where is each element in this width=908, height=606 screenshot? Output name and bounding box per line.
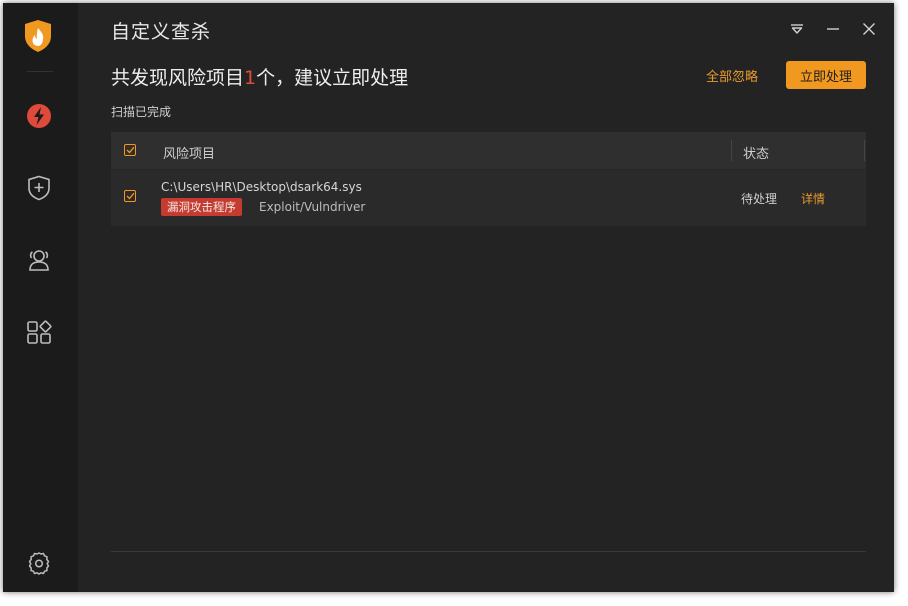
ignore-all-link[interactable]: 全部忽略 (706, 66, 758, 85)
column-divider (731, 140, 732, 161)
bottom-divider (111, 551, 866, 552)
details-link[interactable]: 详情 (801, 190, 825, 207)
headline-suffix: 个，建议立即处理 (256, 67, 409, 89)
threat-type-badge: 漏洞攻击程序 (161, 198, 242, 216)
check-icon (126, 146, 134, 154)
shield-plus-icon (28, 175, 50, 201)
menu-icon (791, 24, 803, 34)
quick-scan-nav[interactable] (21, 98, 57, 134)
row-status: 待处理 (741, 192, 778, 206)
apps-nav[interactable] (21, 314, 57, 350)
close-icon (863, 23, 875, 35)
column-risk-item: 风险项目 (163, 147, 216, 162)
protection-nav[interactable] (21, 170, 57, 206)
risk-table: 风险项目 状态 C:\Users\HR\Desktop\dsark64.sys … (111, 132, 866, 226)
check-icon (126, 192, 134, 200)
apps-icon (27, 320, 52, 344)
settings-icon (28, 552, 50, 575)
users-icon (29, 250, 49, 271)
scan-status: 扫描已完成 (111, 105, 172, 119)
table-row[interactable]: C:\Users\HR\Desktop\dsark64.sys 漏洞攻击程序 E… (111, 169, 866, 226)
logo-icon (24, 19, 52, 53)
minimize-icon (827, 28, 839, 30)
settings-nav[interactable] (21, 545, 57, 581)
column-divider (864, 140, 865, 161)
table-header: 风险项目 状态 (111, 132, 866, 169)
select-all-checkbox[interactable] (124, 144, 136, 156)
quick-scan-icon (27, 104, 51, 128)
sidebar (3, 3, 78, 592)
row-checkbox[interactable] (124, 190, 136, 202)
main-panel: 自定义查杀 共发现风险项目1个，建议立即处理 扫描已完成 全部忽略 立即处理 风… (78, 3, 894, 592)
result-headline: 共发现风险项目1个，建议立即处理 (111, 63, 408, 90)
headline-prefix: 共发现风险项目 (111, 67, 245, 89)
file-path: C:\Users\HR\Desktop\dsark64.sys (161, 180, 362, 194)
menu-dropdown-button[interactable] (786, 18, 808, 40)
users-nav[interactable] (21, 242, 57, 278)
column-status: 状态 (743, 147, 770, 162)
close-button[interactable] (858, 18, 880, 40)
app-window: 自定义查杀 共发现风险项目1个，建议立即处理 扫描已完成 全部忽略 立即处理 风… (3, 3, 894, 592)
minimize-button[interactable] (822, 18, 844, 40)
virus-name: Exploit/Vulndriver (259, 200, 366, 214)
sidebar-divider (27, 71, 53, 72)
handle-now-button[interactable]: 立即处理 (786, 61, 866, 89)
risk-count: 1 (244, 67, 257, 89)
window-title: 自定义查杀 (111, 21, 212, 43)
